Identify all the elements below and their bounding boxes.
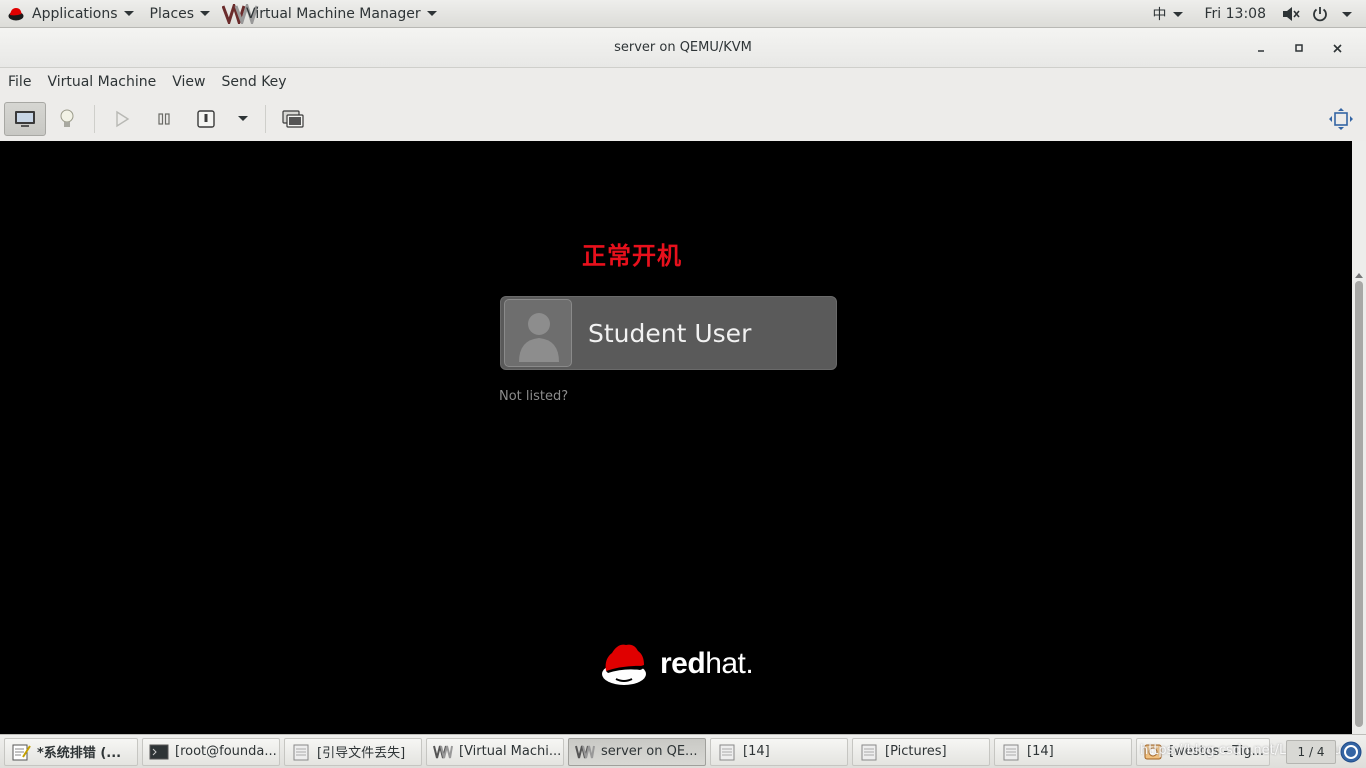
- vertical-scrollbar[interactable]: [1352, 141, 1366, 734]
- menu-file[interactable]: File: [0, 68, 39, 96]
- places-label: Places: [149, 5, 195, 22]
- window-icon: [1003, 744, 1019, 760]
- workspace-pager[interactable]: 1 / 4: [1286, 740, 1336, 764]
- monitor-icon: [15, 110, 35, 127]
- task-text-editor[interactable]: *系统排错 (...: [4, 737, 138, 766]
- minimize-icon: [1258, 50, 1264, 52]
- task-label: *系统排错 (...: [37, 746, 122, 761]
- snapshots-button[interactable]: [272, 102, 314, 136]
- window-controls: [1242, 28, 1356, 68]
- input-method-indicator[interactable]: 中: [1153, 4, 1183, 24]
- task-label: [14]: [743, 744, 770, 759]
- minimize-button[interactable]: [1242, 36, 1280, 60]
- chevron-down-icon: [1172, 11, 1183, 17]
- menu-send-key[interactable]: Send Key: [213, 68, 294, 96]
- vm-display[interactable]: 正常开机 Student User Not listed? redhat.: [0, 141, 1352, 734]
- run-button[interactable]: [101, 102, 143, 136]
- pause-icon: [158, 112, 170, 125]
- maximize-button[interactable]: [1280, 36, 1318, 60]
- task-14-a[interactable]: [14]: [710, 737, 848, 766]
- maximize-icon: [1295, 44, 1303, 52]
- vmm-icon: [433, 745, 453, 758]
- user-name: Student User: [588, 318, 752, 348]
- not-listed-link[interactable]: Not listed?: [499, 389, 568, 404]
- annotation-label: 正常开机: [582, 242, 682, 270]
- chevron-down-icon: [426, 11, 437, 16]
- fullscreen-button[interactable]: [1320, 102, 1362, 136]
- toolbar-separator: [265, 104, 266, 133]
- chevron-down-icon: [123, 11, 134, 16]
- terminal-icon: [149, 744, 169, 759]
- top-panel: Applications Places Virtual Machine Mana…: [0, 0, 1366, 28]
- applications-menu[interactable]: Applications: [0, 0, 142, 28]
- task-server-console[interactable]: server on QE...: [568, 737, 706, 766]
- power-icon[interactable]: [1312, 6, 1328, 22]
- task-14-b[interactable]: [14]: [994, 737, 1132, 766]
- task-label: [引导文件丢失]: [317, 746, 406, 761]
- redhat-wordmark: redhat.: [660, 647, 754, 681]
- show-console-button[interactable]: [4, 101, 46, 136]
- toolbar: [0, 96, 1366, 142]
- window-icon: [861, 744, 877, 760]
- show-details-button[interactable]: [46, 102, 88, 136]
- volume-muted-icon[interactable]: [1282, 6, 1300, 22]
- scroll-up-icon[interactable]: [1355, 273, 1363, 278]
- panel-status-area: 中 Fri 13:08: [1153, 0, 1366, 28]
- redhat-logo: redhat.: [600, 641, 754, 687]
- window-icon: [719, 744, 735, 760]
- redhat-wordmark-bold: red: [660, 647, 706, 680]
- applications-label: Applications: [32, 5, 118, 22]
- play-icon: [116, 110, 130, 127]
- user-login-button[interactable]: Student User: [500, 296, 837, 370]
- menu-view[interactable]: View: [164, 68, 213, 96]
- task-label: [14]: [1027, 744, 1054, 759]
- task-virtual-machine-manager[interactable]: [Virtual Machi...: [426, 737, 564, 766]
- power-button-icon: [197, 109, 215, 128]
- task-terminal[interactable]: [root@founda...: [142, 737, 280, 766]
- task-boot-file-missing[interactable]: [引导文件丢失]: [284, 737, 422, 766]
- task-label: [Virtual Machi...: [459, 744, 562, 759]
- task-label: server on QE...: [601, 744, 698, 759]
- window-icon: [293, 744, 309, 760]
- pause-button[interactable]: [143, 102, 185, 136]
- vmm-app-label: Virtual Machine Manager: [246, 5, 421, 22]
- scrollbar-thumb[interactable]: [1355, 281, 1363, 727]
- shutdown-menu-button[interactable]: [227, 102, 259, 136]
- window-title: server on QEMU/KVM: [614, 40, 752, 55]
- redhat-wordmark-light: hat.: [705, 647, 754, 680]
- menu-virtual-machine[interactable]: Virtual Machine: [39, 68, 164, 96]
- window-titlebar[interactable]: server on QEMU/KVM: [0, 28, 1366, 68]
- avatar: [504, 299, 572, 367]
- toolbar-separator: [94, 104, 95, 133]
- lightbulb-icon: [60, 109, 74, 127]
- input-method-label: 中: [1152, 7, 1167, 23]
- places-menu[interactable]: Places: [142, 0, 219, 28]
- chevron-down-icon: [200, 11, 211, 16]
- snapshot-icon: [282, 109, 304, 128]
- close-icon: [1332, 43, 1342, 53]
- workspace-switcher-icon[interactable]: [1340, 741, 1362, 763]
- clock[interactable]: Fri 13:08: [1205, 6, 1266, 22]
- redhat-shadowman-icon: [602, 644, 646, 685]
- task-pictures[interactable]: [Pictures]: [852, 737, 990, 766]
- fullscreen-icon: [1329, 108, 1353, 130]
- text-editor-icon: [12, 744, 31, 760]
- task-label: [Pictures]: [885, 744, 947, 759]
- close-button[interactable]: [1318, 36, 1356, 60]
- vmm-icon: [575, 745, 595, 758]
- task-label: [root@founda...: [175, 744, 277, 759]
- taskbar: *系统排错 (... [root@founda... [引导文件丢失] [Vir…: [0, 734, 1366, 768]
- chevron-down-icon: [238, 116, 248, 121]
- menubar: File Virtual Machine View Send Key: [0, 68, 1366, 96]
- user-avatar-icon: [519, 313, 559, 362]
- chevron-down-icon[interactable]: [1342, 11, 1352, 17]
- redhat-icon: [8, 7, 24, 20]
- shutdown-button[interactable]: [185, 102, 227, 136]
- vmm-app-menu[interactable]: Virtual Machine Manager: [218, 0, 445, 28]
